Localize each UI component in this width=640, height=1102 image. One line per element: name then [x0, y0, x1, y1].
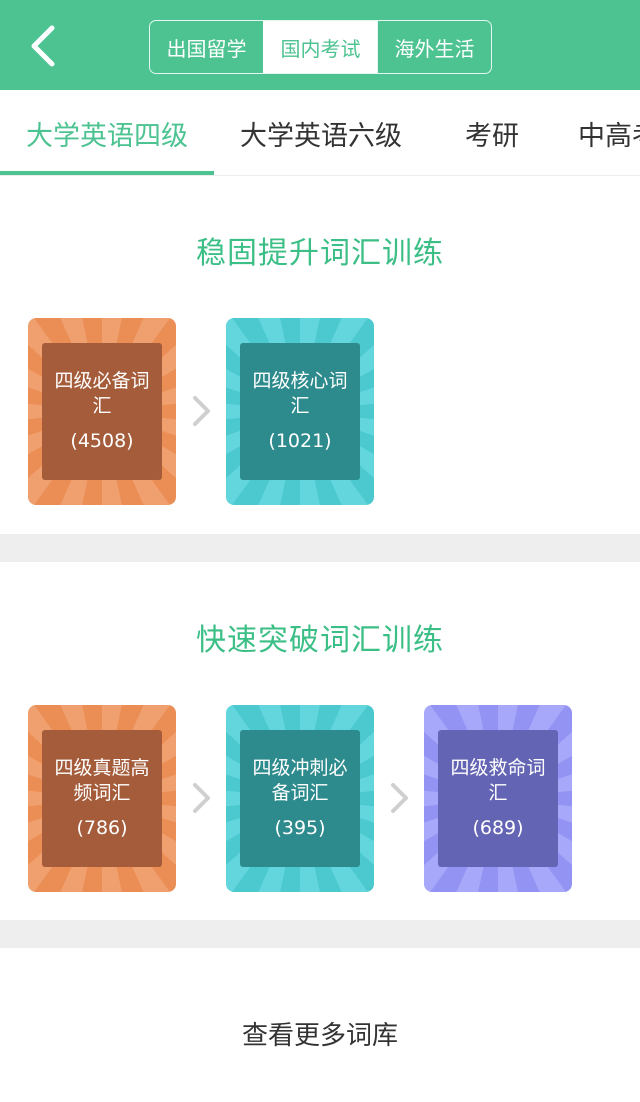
- view-more-wordbooks-link[interactable]: 查看更多词库: [0, 1005, 640, 1061]
- category-tab-bar: 大学英语四级 大学英语六级 考研 中高考: [0, 90, 640, 176]
- chevron-right-icon: [190, 394, 214, 428]
- segment-domestic-exams[interactable]: 国内考试: [263, 21, 377, 73]
- tab-postgrad[interactable]: 考研: [428, 90, 556, 175]
- card-label-panel: 四级冲刺必备词汇 (395): [240, 730, 360, 867]
- wordbook-card-cet4-essential[interactable]: 四级必备词汇 (4508): [28, 318, 176, 505]
- segment-overseas-life[interactable]: 海外生活: [377, 21, 491, 73]
- segmented-control: 出国留学 国内考试 海外生活: [149, 20, 492, 74]
- segment-study-abroad[interactable]: 出国留学: [150, 21, 263, 73]
- card-name: 四级必备词汇: [54, 370, 150, 417]
- card-word-count: (4508): [70, 430, 134, 452]
- top-nav-bar: 出国留学 国内考试 海外生活: [0, 0, 640, 90]
- tab-gaokao[interactable]: 中高考: [578, 90, 640, 175]
- card-word-count: (786): [76, 817, 128, 839]
- section-title-consolidate: 稳固提升词汇训练: [196, 236, 444, 271]
- card-word-count: (395): [274, 817, 326, 839]
- section-divider: [0, 920, 640, 948]
- chevron-left-icon: [31, 25, 55, 67]
- wordbook-card-cet4-high-frequency[interactable]: 四级真题高频词汇 (786): [28, 705, 176, 892]
- card-word-count: (689): [472, 817, 524, 839]
- card-name: 四级冲刺必备词汇: [252, 757, 348, 804]
- wordbook-card-cet4-sprint[interactable]: 四级冲刺必备词汇 (395): [226, 705, 374, 892]
- card-name: 四级核心词汇: [252, 370, 348, 417]
- card-label-panel: 四级真题高频词汇 (786): [42, 730, 162, 867]
- tab-cet4[interactable]: 大学英语四级: [0, 90, 214, 175]
- back-button[interactable]: [22, 22, 66, 70]
- section-divider: [0, 534, 640, 562]
- wordbook-card-cet4-lifesaver[interactable]: 四级救命词汇 (689): [424, 705, 572, 892]
- section-title-breakthrough: 快速突破词汇训练: [196, 623, 444, 658]
- chevron-right-icon: [190, 781, 214, 815]
- card-word-count: (1021): [268, 430, 332, 452]
- card-label-panel: 四级救命词汇 (689): [438, 730, 558, 867]
- active-tab-indicator: [0, 171, 214, 175]
- card-name: 四级真题高频词汇: [54, 757, 150, 804]
- tab-cet6[interactable]: 大学英语六级: [214, 90, 428, 175]
- card-label-panel: 四级核心词汇 (1021): [240, 343, 360, 480]
- card-name: 四级救命词汇: [450, 757, 546, 804]
- wordbook-card-cet4-core[interactable]: 四级核心词汇 (1021): [226, 318, 374, 505]
- chevron-right-icon: [388, 781, 412, 815]
- card-label-panel: 四级必备词汇 (4508): [42, 343, 162, 480]
